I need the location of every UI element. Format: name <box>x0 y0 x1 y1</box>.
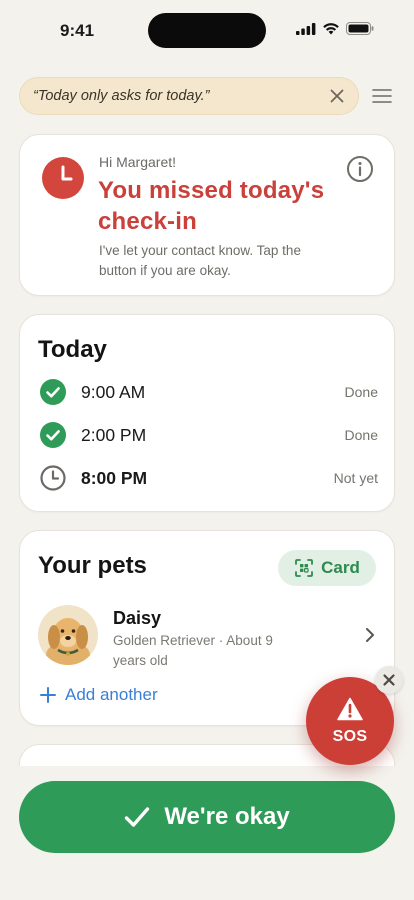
status-time: 9:41 <box>60 21 95 40</box>
check-circle-icon <box>40 379 66 405</box>
missed-checkin-card: Hi Margaret! You missed today's check-in… <box>19 134 395 296</box>
chevron-right-icon <box>366 628 374 642</box>
pet-name: Daisy <box>113 608 162 628</box>
sos-label: SOS <box>332 728 368 745</box>
pet-card-button[interactable]: Card <box>278 550 376 586</box>
checkin-status: Not yet <box>333 470 378 486</box>
checkin-row: 8:00 PM Not yet <box>38 462 378 494</box>
were-okay-label: We're okay <box>164 803 290 830</box>
pet-description: Golden Retriever · About 9 years old <box>113 633 273 668</box>
checkin-time: 9:00 AM <box>81 382 146 402</box>
close-icon <box>383 674 395 686</box>
cellular-signal-icon <box>296 22 316 35</box>
checkin-time: 2:00 PM <box>81 425 147 445</box>
wifi-icon <box>323 23 339 35</box>
quote-text: “Today only asks for today.” <box>33 88 210 104</box>
checkin-time: 8:00 PM <box>81 468 148 488</box>
checkin-row: 2:00 PM Done <box>38 419 378 451</box>
clock-icon <box>40 465 66 491</box>
pets-title: Your pets <box>38 552 147 579</box>
dynamic-island <box>148 13 266 48</box>
checkin-status: Done <box>344 427 378 443</box>
check-circle-icon <box>40 422 66 448</box>
status-bar: 9:41 <box>0 0 414 60</box>
add-pet-label: Add another <box>65 685 158 704</box>
checkin-row: 9:00 AM Done <box>38 376 378 408</box>
pet-card-button-label: Card <box>321 558 360 577</box>
warning-icon <box>337 697 363 721</box>
alert-clock-icon <box>42 157 84 199</box>
sos-dismiss-button[interactable] <box>375 666 403 694</box>
plus-icon <box>40 687 56 703</box>
alert-body: I've let your contact know. Tap the butt… <box>99 243 301 278</box>
alert-title: You missed today's check-in <box>98 177 325 235</box>
pet-avatar <box>38 605 98 665</box>
add-pet-button[interactable]: Add another <box>40 685 158 705</box>
status-icons <box>296 22 374 35</box>
greeting: Hi Margaret! <box>99 154 177 170</box>
quote-banner: “Today only asks for today.” <box>19 77 359 115</box>
battery-icon <box>346 22 374 35</box>
menu-icon[interactable] <box>372 88 392 104</box>
checkin-status: Done <box>344 384 378 400</box>
close-icon[interactable] <box>328 87 346 105</box>
info-icon[interactable] <box>346 155 374 183</box>
were-okay-button[interactable]: We're okay <box>19 781 395 853</box>
today-title: Today <box>38 336 107 363</box>
today-card: Today 9:00 AM Done 2:00 PM Done 8:00 PM … <box>19 314 395 512</box>
id-card-icon <box>295 559 314 577</box>
pet-list-item[interactable]: Daisy Golden Retriever · About 9 years o… <box>20 601 396 671</box>
checkmark-icon <box>125 807 150 827</box>
